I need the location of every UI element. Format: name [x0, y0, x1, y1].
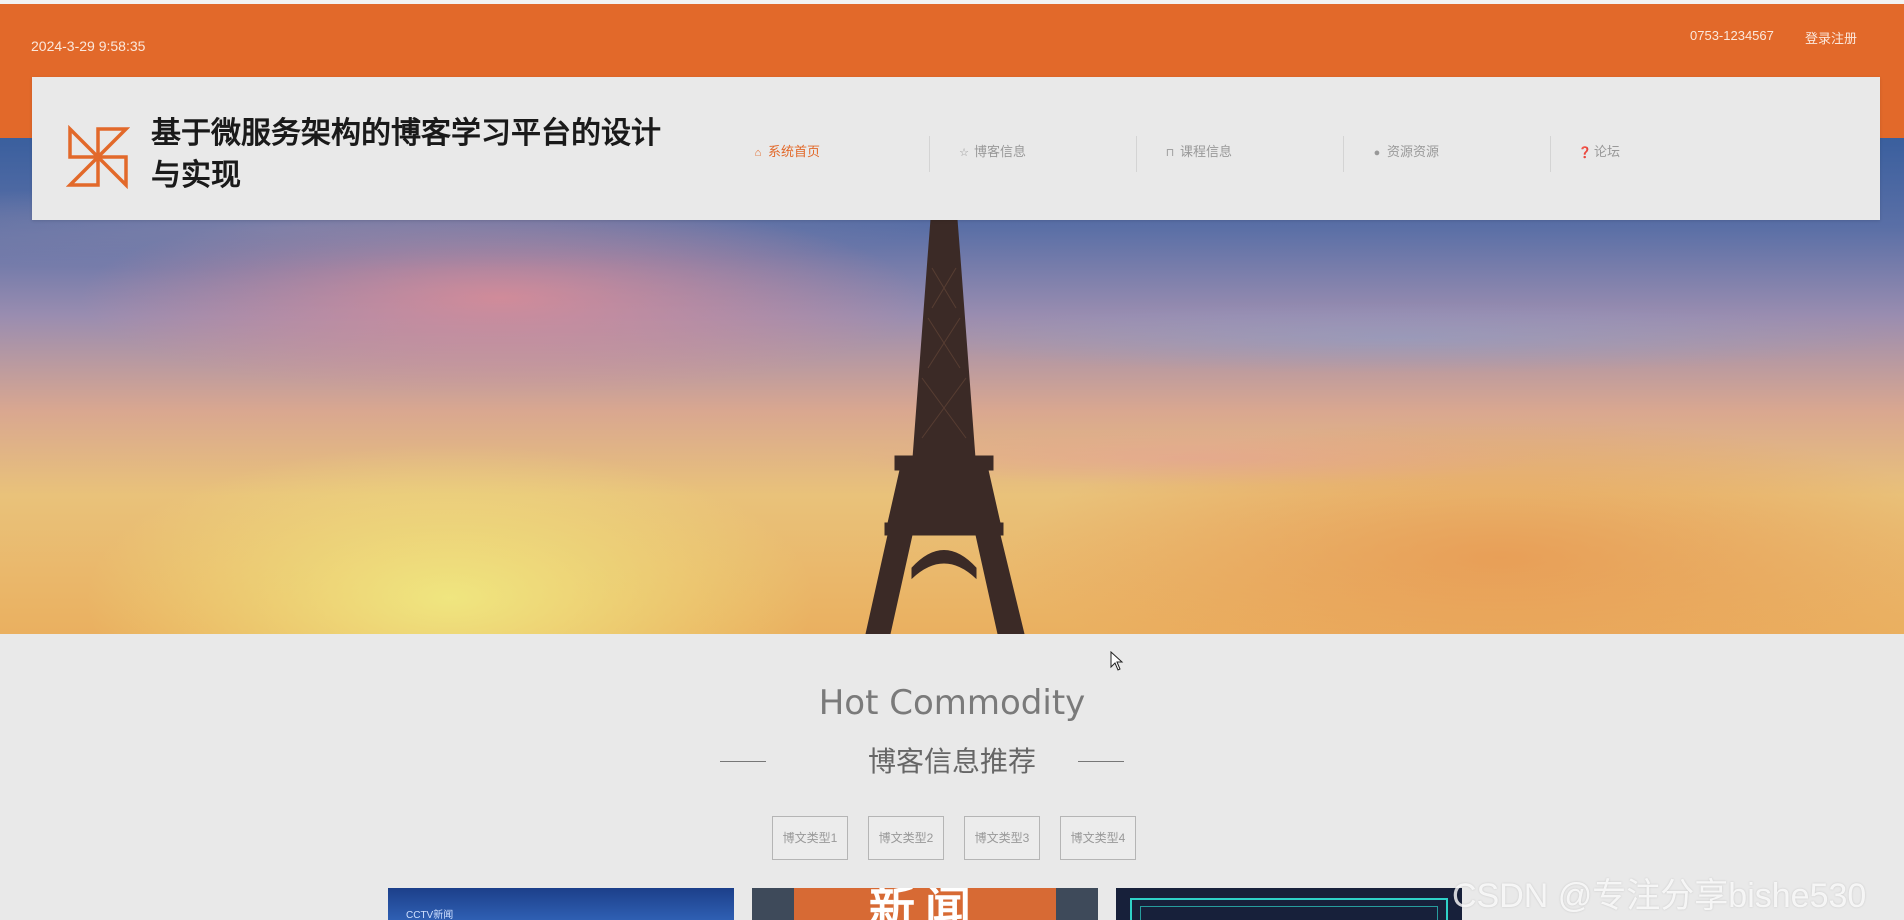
site-title: 基于微服务架构的博客学习平台的设计与实现 — [151, 117, 661, 192]
circle-icon: ● — [1373, 147, 1381, 159]
nav-divider — [929, 136, 930, 172]
datetime-text: 2024-3-29 9:58:35 — [31, 38, 146, 54]
nav-divider — [1136, 136, 1137, 172]
nav-item-resource[interactable]: ● 资源资源 — [1371, 134, 1439, 170]
help-icon: ❓ — [1578, 147, 1592, 159]
blog-card-3[interactable] — [1116, 888, 1462, 920]
nav-divider — [1550, 136, 1551, 172]
nav-item-course[interactable]: ⊓ 课程信息 — [1164, 134, 1232, 170]
nav-label: 资源资源 — [1387, 144, 1440, 159]
filter-button-type1[interactable]: 博文类型1 — [772, 816, 848, 860]
section-title-cn: 博客信息推荐 — [867, 746, 1036, 777]
home-icon: ⌂ — [754, 147, 762, 159]
pinwheel-logo-icon — [66, 125, 130, 189]
title-line-right — [1078, 761, 1124, 762]
card-image-banner: 新闻 — [794, 888, 1056, 920]
header-card: 基于微服务架构的博客学习平台的设计与实现 ⌂ 系统首页 ☆ 博客信息 ⊓ 课程信息 ●… — [32, 77, 1880, 220]
filter-button-type2[interactable]: 博文类型2 — [868, 816, 944, 860]
nav-item-home[interactable]: ⌂ 系统首页 — [752, 134, 820, 170]
nav-label: 论坛 — [1594, 144, 1621, 159]
filter-button-type3[interactable]: 博文类型3 — [964, 816, 1040, 860]
nav-item-forum[interactable]: ❓ 论坛 — [1578, 134, 1620, 170]
watermark-text: CSDN @专注分享bishe530 — [1452, 877, 1867, 915]
blog-card-1[interactable]: CCTV新闻 — [388, 888, 734, 920]
filter-button-type4[interactable]: 博文类型4 — [1060, 816, 1136, 860]
nav-label: 系统首页 — [768, 144, 821, 159]
login-register-link[interactable]: 登录注册 — [1805, 28, 1857, 47]
nav-item-blog[interactable]: ☆ 博客信息 — [958, 134, 1026, 170]
blog-card-2[interactable]: 新闻 — [752, 888, 1098, 920]
card-image-tag: CCTV新闻 — [406, 910, 454, 920]
card-image-frame — [1140, 906, 1438, 920]
lock-icon: ⊓ — [1165, 147, 1175, 159]
nav-label: 博客信息 — [974, 144, 1027, 159]
nav-label: 课程信息 — [1180, 144, 1233, 159]
mouse-cursor-icon — [1110, 651, 1124, 671]
section-title-en: Hot Commodity — [818, 683, 1086, 723]
phone-text: 0753-1234567 — [1690, 28, 1774, 43]
star-icon: ☆ — [959, 147, 969, 159]
nav-divider — [1343, 136, 1344, 172]
